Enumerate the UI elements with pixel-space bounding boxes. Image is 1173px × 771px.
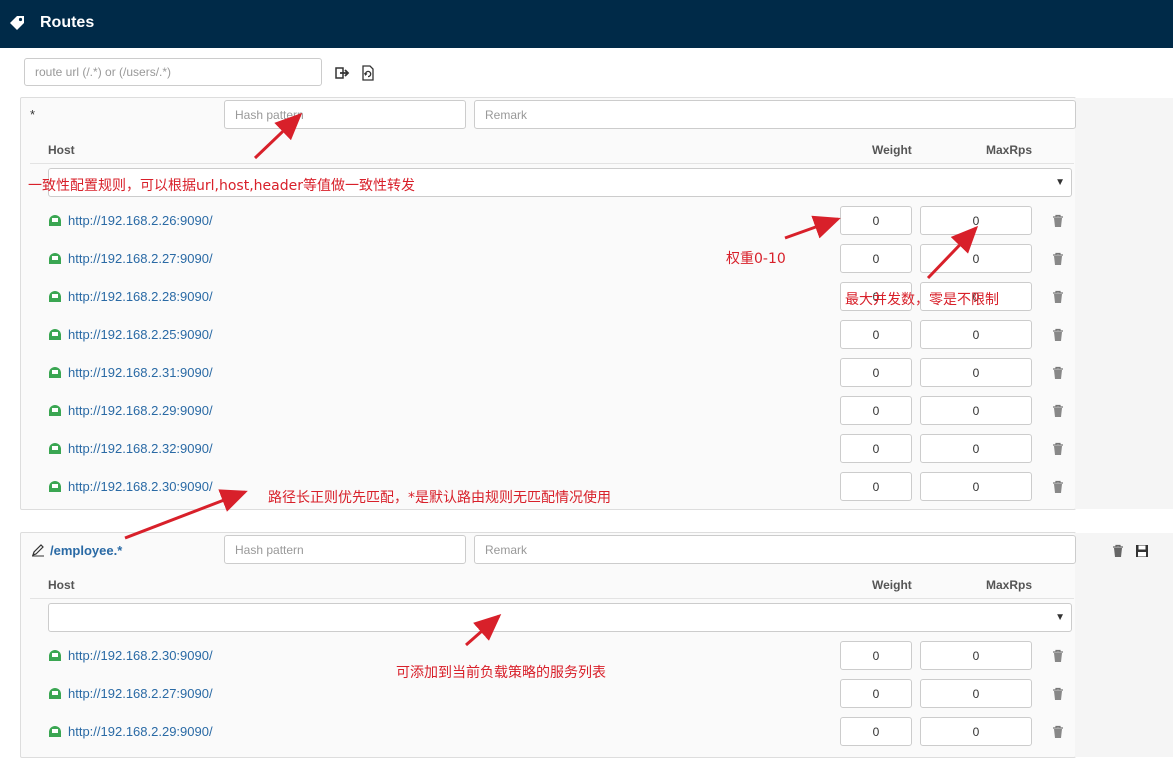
page-title: Routes	[40, 14, 95, 31]
tag-icon	[10, 16, 24, 30]
host-url-link[interactable]: http://192.168.2.30:9090/	[68, 648, 213, 663]
maxrps-input[interactable]	[920, 320, 1032, 349]
chevron-down-icon: ▼	[1055, 177, 1065, 188]
host-status-icon	[49, 481, 61, 492]
host-row: http://192.168.2.27:9090/	[0, 244, 1173, 274]
weight-input[interactable]	[840, 320, 912, 349]
maxrps-input[interactable]	[920, 717, 1032, 746]
route-search-input[interactable]	[24, 58, 322, 86]
weight-input[interactable]	[840, 434, 912, 463]
maxrps-input[interactable]	[920, 641, 1032, 670]
host-row: http://192.168.2.29:9090/	[0, 396, 1173, 426]
host-url-link[interactable]: http://192.168.2.31:9090/	[68, 365, 213, 380]
save-icon[interactable]	[1135, 544, 1149, 558]
host-url-link[interactable]: http://192.168.2.29:9090/	[68, 724, 213, 739]
delete-route-icon[interactable]	[1111, 544, 1125, 558]
host-status-icon	[49, 291, 61, 302]
maxrps-input[interactable]	[920, 206, 1032, 235]
delete-host-icon[interactable]	[1051, 480, 1065, 494]
weight-column-header: Weight	[872, 578, 912, 592]
delete-host-icon[interactable]	[1051, 649, 1065, 663]
host-status-icon	[49, 253, 61, 264]
top-bar: Routes	[0, 0, 1173, 48]
remark-input[interactable]	[474, 100, 1076, 129]
maxrps-input[interactable]	[920, 358, 1032, 387]
delete-host-icon[interactable]	[1051, 290, 1065, 304]
remark-input[interactable]	[474, 535, 1076, 564]
maxrps-input[interactable]	[920, 434, 1032, 463]
weight-input[interactable]	[840, 717, 912, 746]
refresh-file-icon[interactable]	[360, 65, 376, 81]
host-column-header: Host	[48, 578, 75, 592]
weight-column-header: Weight	[872, 143, 912, 157]
host-row: http://192.168.2.26:9090/	[0, 206, 1173, 236]
weight-input[interactable]	[840, 206, 912, 235]
host-row: http://192.168.2.25:9090/	[0, 320, 1173, 350]
delete-host-icon[interactable]	[1051, 214, 1065, 228]
annotation-weight: 权重0-10	[726, 251, 786, 267]
maxrps-column-header: MaxRps	[986, 143, 1033, 157]
host-url-link[interactable]: http://192.168.2.32:9090/	[68, 441, 213, 456]
maxrps-input[interactable]	[920, 679, 1032, 708]
host-status-icon	[49, 650, 61, 661]
annotation-maxrps: 最大并发数，零是不限制	[845, 292, 999, 308]
annotation-hash: 一致性配置规则，可以根据url,host,header等值做一致性转发	[28, 178, 415, 194]
host-status-icon	[49, 405, 61, 416]
host-url-link[interactable]: http://192.168.2.27:9090/	[68, 686, 213, 701]
host-row: http://192.168.2.32:9090/	[0, 434, 1173, 464]
host-url-link[interactable]: http://192.168.2.27:9090/	[68, 251, 213, 266]
annotation-path: 路径长正则优先匹配，*是默认路由规则无匹配情况使用	[268, 490, 611, 506]
edit-icon[interactable]	[31, 543, 45, 557]
delete-host-icon[interactable]	[1051, 328, 1065, 342]
import-icon[interactable]	[334, 65, 350, 81]
weight-input[interactable]	[840, 472, 912, 501]
delete-host-icon[interactable]	[1051, 404, 1065, 418]
delete-host-icon[interactable]	[1051, 442, 1065, 456]
hash-pattern-input[interactable]	[224, 100, 466, 129]
maxrps-input[interactable]	[920, 472, 1032, 501]
annotation-services: 可添加到当前负载策略的服务列表	[396, 665, 606, 681]
weight-input[interactable]	[840, 396, 912, 425]
weight-input[interactable]	[840, 358, 912, 387]
host-row: http://192.168.2.31:9090/	[0, 358, 1173, 388]
chevron-down-icon: ▼	[1055, 612, 1065, 623]
host-status-icon	[49, 443, 61, 454]
host-column-header: Host	[48, 143, 75, 157]
divider	[30, 163, 1074, 164]
host-url-link[interactable]: http://192.168.2.30:9090/	[68, 479, 213, 494]
service-select[interactable]: ▼	[48, 603, 1072, 632]
host-url-link[interactable]: http://192.168.2.29:9090/	[68, 403, 213, 418]
host-status-icon	[49, 329, 61, 340]
route-name[interactable]: /employee.*	[50, 543, 122, 558]
host-row: http://192.168.2.27:9090/	[0, 679, 1173, 709]
delete-host-icon[interactable]	[1051, 687, 1065, 701]
delete-host-icon[interactable]	[1051, 725, 1065, 739]
weight-input[interactable]	[840, 679, 912, 708]
route-name: *	[30, 107, 36, 122]
host-status-icon	[49, 367, 61, 378]
weight-input[interactable]	[840, 244, 912, 273]
host-row: http://192.168.2.29:9090/	[0, 717, 1173, 747]
host-status-icon	[49, 688, 61, 699]
host-url-link[interactable]: http://192.168.2.28:9090/	[68, 289, 213, 304]
host-status-icon	[49, 726, 61, 737]
host-url-link[interactable]: http://192.168.2.25:9090/	[68, 327, 213, 342]
maxrps-column-header: MaxRps	[986, 578, 1033, 592]
delete-host-icon[interactable]	[1051, 252, 1065, 266]
hash-pattern-input[interactable]	[224, 535, 466, 564]
maxrps-input[interactable]	[920, 244, 1032, 273]
host-url-link[interactable]: http://192.168.2.26:9090/	[68, 213, 213, 228]
host-status-icon	[49, 215, 61, 226]
maxrps-input[interactable]	[920, 396, 1032, 425]
divider	[30, 598, 1074, 599]
delete-host-icon[interactable]	[1051, 366, 1065, 380]
weight-input[interactable]	[840, 641, 912, 670]
